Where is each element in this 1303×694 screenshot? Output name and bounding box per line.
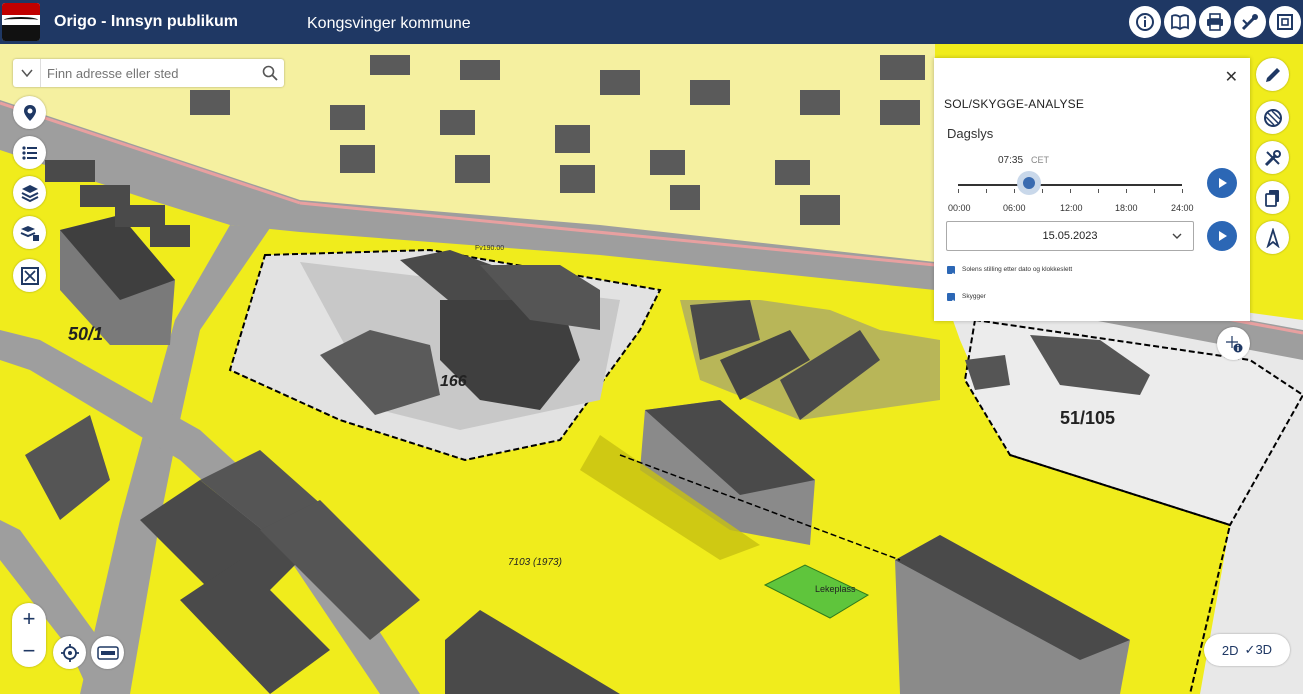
mode-3d[interactable]: ✓3D — [1245, 642, 1273, 658]
slider-tick — [1098, 189, 1099, 193]
layers-add-icon — [20, 225, 39, 241]
slider-tick — [1182, 189, 1183, 193]
play-date-button[interactable] — [1207, 221, 1237, 251]
date-select[interactable]: 15.05.2023 — [946, 221, 1194, 251]
pencil-icon — [1265, 67, 1280, 82]
feature-info-button[interactable] — [1217, 327, 1250, 360]
checkmark-icon — [948, 272, 954, 278]
locate-icon — [60, 643, 79, 662]
label-parcel-166: 166 — [440, 373, 467, 390]
play-icon — [1219, 178, 1227, 188]
north-arrow-icon — [1265, 227, 1280, 248]
legend-button[interactable] — [13, 136, 46, 169]
time-slider-track[interactable] — [958, 184, 1182, 186]
time-slider-thumb[interactable] — [1017, 171, 1041, 195]
app-title: Origo - Innsyn publikum — [54, 13, 238, 30]
panel-title: SOL/SKYGGE-ANALYSE — [944, 97, 1085, 111]
play-time-button[interactable] — [1207, 168, 1237, 198]
book-icon — [1171, 14, 1189, 31]
print-icon — [1207, 13, 1223, 31]
label-parcel-50: 50/1 — [68, 324, 103, 344]
measure-icon — [1241, 14, 1258, 31]
search-button[interactable] — [256, 59, 284, 87]
view-mode-toggle[interactable]: 2D ✓3D — [1204, 634, 1290, 666]
tools-button[interactable] — [1256, 141, 1289, 174]
search-icon — [262, 65, 278, 81]
sun-position-label: Solens stilling etter dato og klokkeslet… — [962, 266, 1073, 273]
timezone-label: CET — [1031, 155, 1049, 165]
extent-button[interactable] — [13, 259, 46, 292]
chevron-down-icon — [1172, 233, 1182, 239]
scale-icon — [96, 645, 119, 660]
list-icon — [21, 145, 37, 160]
slider-tick — [1070, 189, 1071, 193]
tick-label: 18:00 — [1115, 203, 1138, 213]
search-dropdown-button[interactable] — [13, 59, 41, 87]
layers-icon — [21, 184, 38, 202]
label-playground: Lekeplass — [815, 584, 856, 594]
label-parcel-51-105: 51/105 — [1060, 408, 1115, 428]
municipality-logo — [2, 3, 40, 41]
panel-subtitle: Dagslys — [947, 126, 994, 141]
tick-label: 00:00 — [948, 203, 971, 213]
label-road: Fv190.00 — [475, 245, 504, 252]
zoom-control: + − — [12, 603, 46, 667]
copy-icon — [1264, 189, 1279, 207]
fullscreen-icon — [1277, 14, 1293, 30]
zoom-out-button[interactable]: − — [23, 640, 36, 662]
checkmark-icon — [948, 299, 954, 305]
play-icon — [1219, 231, 1227, 241]
slider-tick — [1014, 189, 1015, 193]
layer-manager-button[interactable] — [13, 216, 46, 249]
label-area-7103: 7103 (1973) — [508, 557, 562, 568]
info-icon — [1136, 13, 1154, 31]
print-button[interactable] — [1199, 6, 1231, 38]
date-value: 15.05.2023 — [1042, 230, 1098, 242]
extent-icon — [20, 266, 39, 285]
layers-button[interactable] — [13, 176, 46, 209]
slider-tick — [1154, 189, 1155, 193]
tick-label: 24:00 — [1171, 203, 1194, 213]
filter-button[interactable] — [1256, 101, 1289, 134]
municipality-name: Kongsvinger kommune — [307, 15, 471, 32]
search-input[interactable] — [41, 60, 256, 86]
shadows-checkbox[interactable] — [947, 293, 955, 305]
info-button[interactable] — [1129, 6, 1161, 38]
measure-button[interactable] — [1234, 6, 1266, 38]
fullscreen-button[interactable] — [1269, 6, 1301, 38]
zoom-in-button[interactable]: + — [23, 608, 36, 630]
draw-button[interactable] — [1256, 58, 1289, 91]
scale-button[interactable] — [91, 636, 124, 669]
time-readout: 07:35 — [998, 155, 1024, 166]
legend-book-button[interactable] — [1164, 6, 1196, 38]
slider-tick — [1126, 189, 1127, 193]
map-tools-button[interactable] — [13, 96, 46, 129]
hatch-icon — [1263, 108, 1282, 127]
north-arrow-button[interactable] — [1256, 221, 1289, 254]
tools-icon — [1264, 149, 1281, 166]
search-bar — [13, 59, 284, 87]
copy-button[interactable] — [1256, 181, 1289, 214]
sun-shadow-panel: ✕ SOL/SKYGGE-ANALYSE Dagslys 07:35 CET 0… — [934, 58, 1250, 321]
sun-position-checkbox[interactable] — [947, 266, 955, 278]
slider-tick — [1042, 189, 1043, 193]
slider-tick — [986, 189, 987, 193]
map-pin-icon — [23, 104, 36, 121]
locate-button[interactable] — [53, 636, 86, 669]
crosshair-info-icon — [1225, 335, 1242, 352]
chevron-down-icon — [20, 69, 33, 77]
top-bar: Origo - Innsyn publikum Kongsvinger komm… — [0, 0, 1303, 44]
shadows-label: Skygger — [962, 293, 986, 300]
tick-label: 06:00 — [1003, 203, 1026, 213]
close-icon[interactable]: ✕ — [1225, 67, 1238, 87]
tick-label: 12:00 — [1060, 203, 1083, 213]
slider-tick — [958, 189, 959, 193]
mode-2d[interactable]: 2D — [1222, 643, 1239, 658]
